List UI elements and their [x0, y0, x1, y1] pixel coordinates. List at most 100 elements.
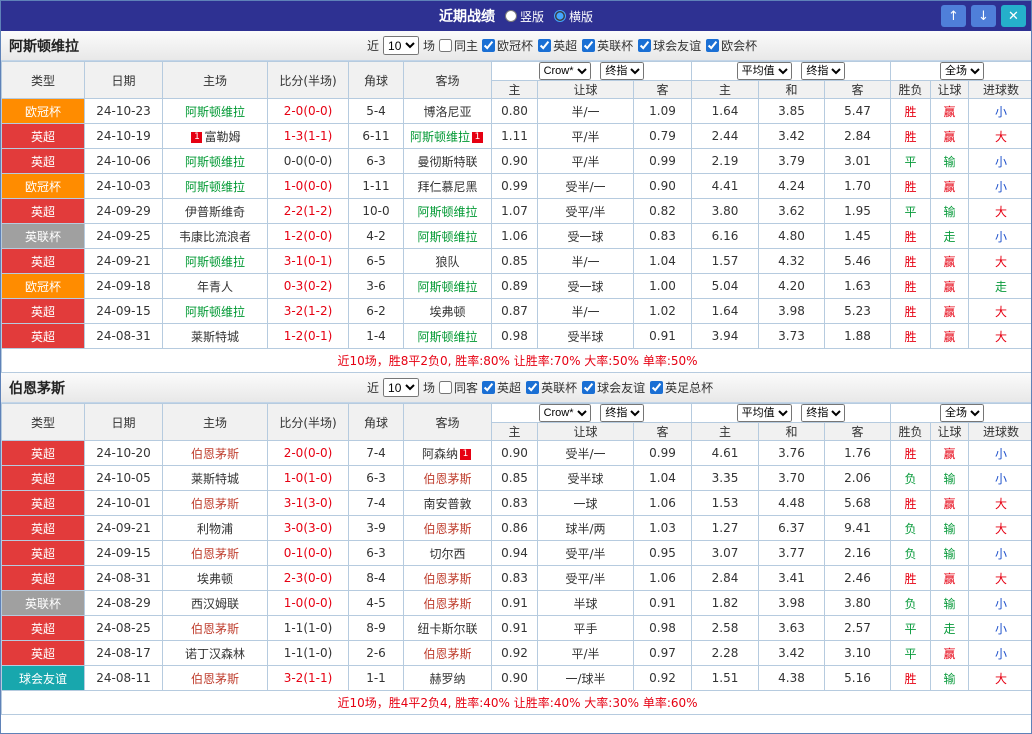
away-team-name[interactable]: 埃弗顿 [429, 305, 465, 319]
away-team-name[interactable]: 伯恩茅斯 [423, 572, 471, 586]
same-venue-filter[interactable]: 同客 [439, 379, 478, 396]
odds-home: 0.90 [491, 440, 538, 466]
layout-vertical-option[interactable]: 竖版 [504, 8, 544, 25]
average-select[interactable]: 平均值 [736, 404, 792, 422]
scope-select[interactable]: 全场 [940, 404, 984, 422]
league-filter-checkbox[interactable] [526, 381, 540, 394]
league-filter[interactable]: 英超 [482, 379, 521, 396]
away-team-name[interactable]: 阿斯顿维拉 [417, 230, 477, 244]
result-handicap: 走 [930, 223, 969, 249]
league-filter-checkbox[interactable] [582, 39, 596, 52]
avg-home: 1.53 [691, 490, 759, 516]
away-team-name[interactable]: 南安普敦 [423, 497, 471, 511]
home-team-name[interactable]: 莱斯特城 [191, 330, 239, 344]
home-team-name[interactable]: 阿斯顿维拉 [185, 105, 245, 119]
league-filter[interactable]: 球会友谊 [582, 379, 645, 396]
league-filter-checkbox[interactable] [482, 39, 496, 52]
score-cell: 1-2(0-0) [267, 223, 349, 249]
move-up-button[interactable]: ↑ [941, 5, 966, 27]
home-team-cell: 阿斯顿维拉 [162, 173, 268, 199]
home-team-name[interactable]: 伯恩茅斯 [191, 497, 239, 511]
league-filter[interactable]: 英足总杯 [650, 379, 713, 396]
league-filter[interactable]: 欧会杯 [706, 37, 757, 54]
avg-away: 1.88 [824, 323, 891, 349]
away-team-name[interactable]: 阿森纳 [422, 447, 458, 461]
move-down-button[interactable]: ↓ [971, 5, 996, 27]
avg-home: 4.61 [691, 440, 759, 466]
league-filter-checkbox[interactable] [482, 381, 496, 394]
odds-stage-select[interactable]: 终指 [600, 62, 645, 80]
away-team-name[interactable]: 狼队 [435, 255, 459, 269]
home-team-name[interactable]: 伯恩茅斯 [191, 447, 239, 461]
average-select[interactable]: 平均值 [736, 62, 792, 80]
away-team-name[interactable]: 阿斯顿维拉 [410, 130, 470, 144]
same-venue-checkbox[interactable] [439, 381, 453, 394]
away-team-name[interactable]: 阿斯顿维拉 [417, 205, 477, 219]
away-team-name[interactable]: 伯恩茅斯 [423, 597, 471, 611]
away-team-name[interactable]: 切尔西 [429, 547, 465, 561]
league-filter-checkbox[interactable] [582, 381, 596, 394]
home-team-name[interactable]: 富勒姆 [204, 130, 240, 144]
close-icon[interactable]: ✕ [1001, 5, 1026, 27]
average-stage-select[interactable]: 终指 [801, 404, 846, 422]
league-filter-checkbox[interactable] [706, 39, 720, 52]
away-team-name[interactable]: 阿斯顿维拉 [417, 330, 477, 344]
away-team-name[interactable]: 阿斯顿维拉 [417, 280, 477, 294]
away-team-name[interactable]: 伯恩茅斯 [423, 522, 471, 536]
bookmaker-select[interactable]: Crow* [538, 404, 591, 422]
away-team-name[interactable]: 纽卡斯尔联 [417, 622, 477, 636]
home-team-name[interactable]: 阿斯顿维拉 [185, 155, 245, 169]
league-filter-checkbox[interactable] [650, 381, 664, 394]
home-team-name[interactable]: 埃弗顿 [197, 572, 233, 586]
league-filter-label: 英超 [553, 39, 578, 53]
league-filter[interactable]: 欧冠杯 [482, 37, 533, 54]
home-team-name[interactable]: 利物浦 [197, 522, 233, 536]
home-team-name[interactable]: 伯恩茅斯 [191, 622, 239, 636]
score-cell: 3-2(1-1) [267, 665, 349, 691]
home-team-name[interactable]: 伊普斯维奇 [185, 205, 245, 219]
col-home: 主场 [162, 403, 268, 441]
home-team-name[interactable]: 伯恩茅斯 [191, 672, 239, 686]
home-team-name[interactable]: 韦康比流浪者 [179, 230, 251, 244]
league-filter-checkbox[interactable] [638, 39, 652, 52]
home-team-cell: 阿斯顿维拉 [162, 248, 268, 274]
away-team-name[interactable]: 赫罗纳 [429, 672, 465, 686]
horizontal-radio[interactable] [554, 10, 566, 22]
league-filter[interactable]: 英超 [538, 37, 577, 54]
avg-draw: 4.80 [758, 223, 825, 249]
league-type-badge: 英超 [1, 198, 85, 224]
score-cell: 3-2(1-2) [267, 298, 349, 324]
home-team-name[interactable]: 莱斯特城 [191, 472, 239, 486]
away-team-name[interactable]: 伯恩茅斯 [423, 472, 471, 486]
league-filter-checkbox[interactable] [538, 39, 552, 52]
result-handicap: 输 [930, 198, 969, 224]
same-venue-filter[interactable]: 同主 [439, 37, 478, 54]
league-filter[interactable]: 英联杯 [582, 37, 633, 54]
avg-away: 3.01 [824, 148, 891, 174]
match-count-select[interactable]: 10 [383, 36, 420, 55]
home-team-name[interactable]: 阿斯顿维拉 [185, 180, 245, 194]
league-filter[interactable]: 球会友谊 [638, 37, 701, 54]
match-date: 24-10-03 [84, 173, 163, 199]
layout-horizontal-option[interactable]: 横版 [554, 8, 593, 25]
home-team-name[interactable]: 西汉姆联 [191, 597, 239, 611]
scope-select[interactable]: 全场 [940, 62, 984, 80]
home-team-name[interactable]: 阿斯顿维拉 [185, 305, 245, 319]
odds-stage-select[interactable]: 终指 [600, 404, 645, 422]
same-venue-checkbox[interactable] [439, 39, 453, 52]
avg-home: 2.84 [691, 565, 759, 591]
score-cell: 0-0(0-0) [267, 148, 349, 174]
away-team-name[interactable]: 拜仁慕尼黑 [417, 180, 477, 194]
away-team-name[interactable]: 伯恩茅斯 [423, 647, 471, 661]
away-team-name[interactable]: 曼彻斯特联 [417, 155, 477, 169]
bookmaker-select[interactable]: Crow* [538, 62, 591, 80]
home-team-name[interactable]: 伯恩茅斯 [191, 547, 239, 561]
league-filter[interactable]: 英联杯 [526, 379, 577, 396]
home-team-name[interactable]: 阿斯顿维拉 [185, 255, 245, 269]
vertical-radio[interactable] [504, 10, 517, 22]
match-count-select[interactable]: 10 [383, 378, 420, 397]
average-stage-select[interactable]: 终指 [801, 62, 846, 80]
away-team-name[interactable]: 博洛尼亚 [423, 105, 471, 119]
home-team-name[interactable]: 年青人 [197, 280, 233, 294]
home-team-name[interactable]: 诺丁汉森林 [185, 647, 245, 661]
